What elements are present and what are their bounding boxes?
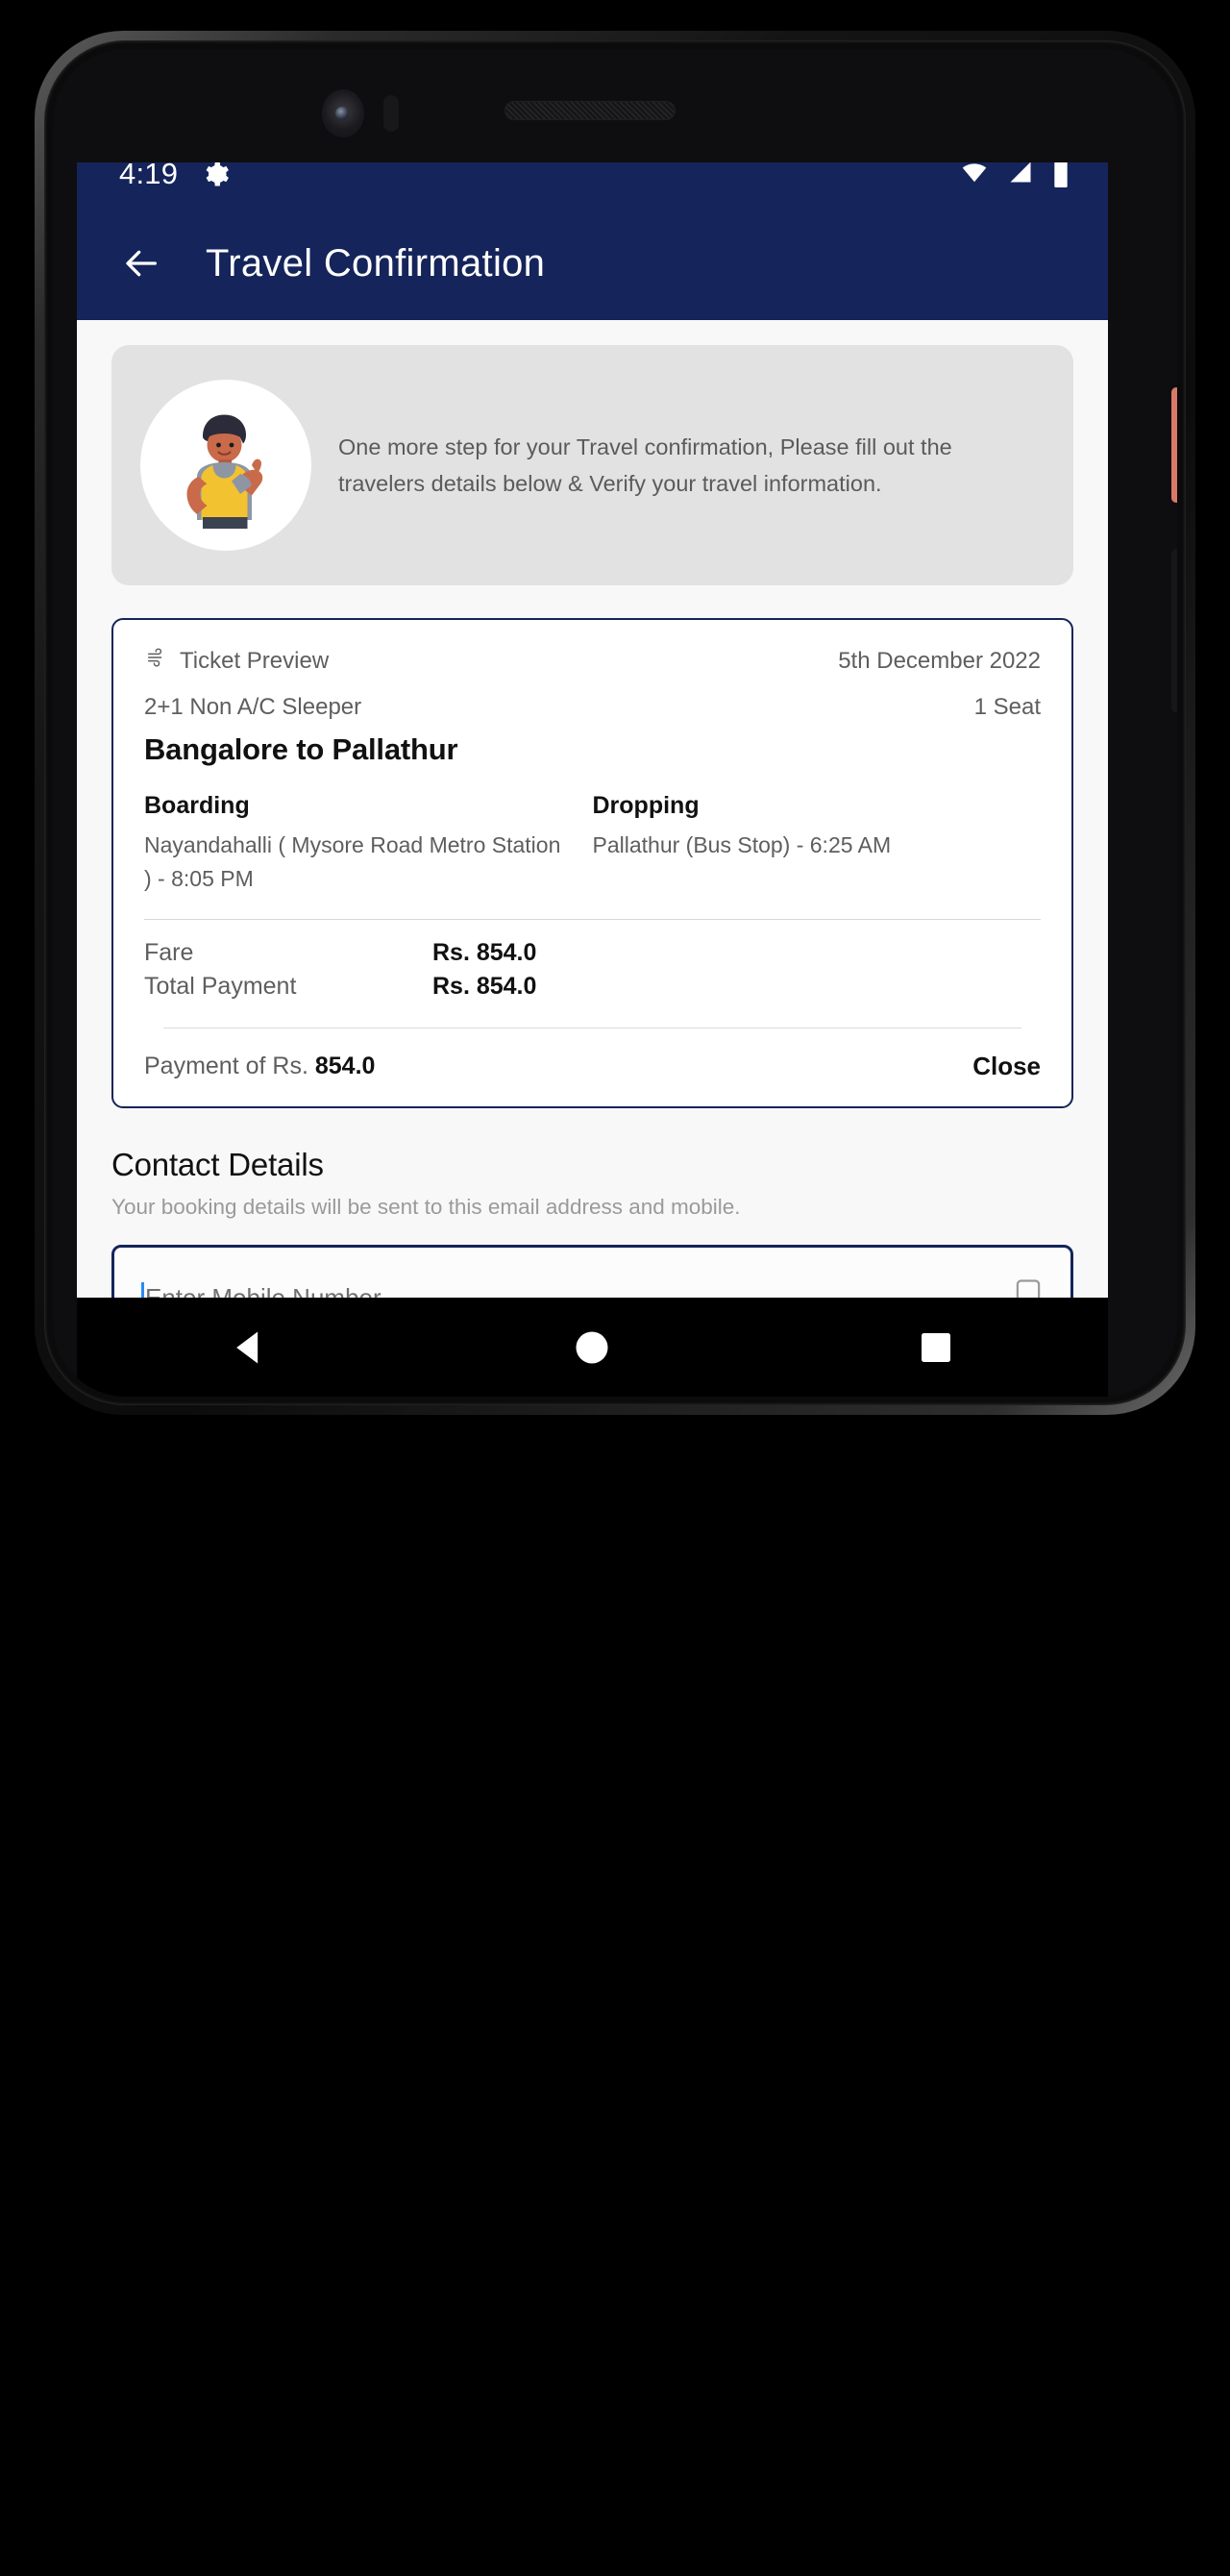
phone-notch-area <box>53 49 1177 162</box>
person-waving-illustration <box>140 380 311 551</box>
boarding-column: Boarding Nayandahalli ( Mysore Road Metr… <box>144 792 593 896</box>
android-navigation-bar <box>77 1298 1108 1397</box>
ticket-seat-count: 1 Seat <box>973 694 1041 720</box>
ticket-preview-label-group: Ticket Preview <box>144 647 329 675</box>
square-recents-icon[interactable] <box>878 1319 994 1376</box>
scroll-content[interactable]: One more step for your Travel confirmati… <box>77 320 1108 1346</box>
fare-summary: Fare Rs. 854.0 Total Payment Rs. 854.0 <box>144 939 1041 1001</box>
back-arrow-icon[interactable] <box>115 236 169 290</box>
close-button[interactable]: Close <box>972 1052 1041 1081</box>
boarding-value: Nayandahalli ( Mysore Road Metro Station… <box>144 832 561 891</box>
total-payment-row: Total Payment Rs. 854.0 <box>144 973 1041 1001</box>
wifi-icon <box>958 159 991 190</box>
triangle-back-icon[interactable] <box>191 1319 307 1376</box>
dropping-column: Dropping Pallathur (Bus Stop) - 6:25 AM <box>593 792 1042 896</box>
fare-row: Fare Rs. 854.0 <box>144 939 1041 967</box>
payment-summary-text: Payment of Rs. 854.0 <box>144 1053 375 1080</box>
ticket-points-row: Boarding Nayandahalli ( Mysore Road Metr… <box>144 792 1041 896</box>
ticket-preview-label: Ticket Preview <box>180 647 330 674</box>
dropping-value: Pallathur (Bus Stop) - 6:25 AM <box>592 832 892 857</box>
fare-value: Rs. 854.0 <box>432 938 537 966</box>
contact-details-title: Contact Details <box>111 1146 324 1182</box>
ticket-bus-type: 2+1 Non A/C Sleeper <box>144 694 362 720</box>
circle-home-icon[interactable] <box>534 1319 650 1376</box>
phone-frame: 4:19 Travel Confirmation One more step f… <box>35 31 1195 1415</box>
air-wind-icon <box>144 647 169 675</box>
contact-details-subtitle: Your booking details will be sent to thi… <box>111 1194 741 1219</box>
gear-icon <box>201 160 230 188</box>
ticket-divider <box>144 918 1041 920</box>
ticket-route: Bangalore to Pallathur <box>144 732 458 766</box>
ticket-travel-date: 5th December 2022 <box>838 648 1041 674</box>
phone-frame-inner: 4:19 Travel Confirmation One more step f… <box>44 40 1186 1405</box>
phone-body: 4:19 Travel Confirmation One more step f… <box>53 49 1177 1397</box>
total-payment-value: Rs. 854.0 <box>432 972 537 1000</box>
app-bar: Travel Confirmation <box>77 207 1108 320</box>
phone-screen: 4:19 Travel Confirmation One more step f… <box>77 141 1108 1346</box>
payment-footer-row: Payment of Rs. 854.0 Close <box>144 1052 1041 1081</box>
payment-amount: 854.0 <box>314 1052 376 1079</box>
payment-prefix: Payment of Rs. <box>144 1052 315 1079</box>
ticket-preview-card: Ticket Preview 5th December 2022 2+1 Non… <box>111 618 1073 1108</box>
ticket-bustype-row: 2+1 Non A/C Sleeper 1 Seat <box>144 694 1041 721</box>
front-camera-icon <box>322 89 364 137</box>
earpiece-speaker <box>504 101 676 120</box>
page-title: Travel Confirmation <box>206 241 546 285</box>
contact-details-section: Contact Details Your booking details wil… <box>111 1147 1073 1220</box>
volume-button[interactable] <box>1171 387 1177 503</box>
boarding-label: Boarding <box>144 792 250 819</box>
ticket-card-header-row: Ticket Preview 5th December 2022 <box>144 647 1041 675</box>
info-banner: One more step for your Travel confirmati… <box>111 345 1073 585</box>
power-button[interactable] <box>1171 549 1177 712</box>
info-banner-text: One more step for your Travel confirmati… <box>338 433 952 496</box>
total-payment-label: Total Payment <box>144 972 297 1000</box>
camera-lens-dot <box>335 107 349 120</box>
fare-label: Fare <box>144 938 194 966</box>
cellular-signal-icon <box>1006 159 1035 190</box>
dropping-label: Dropping <box>592 792 700 819</box>
proximity-sensor-icon <box>383 95 399 132</box>
